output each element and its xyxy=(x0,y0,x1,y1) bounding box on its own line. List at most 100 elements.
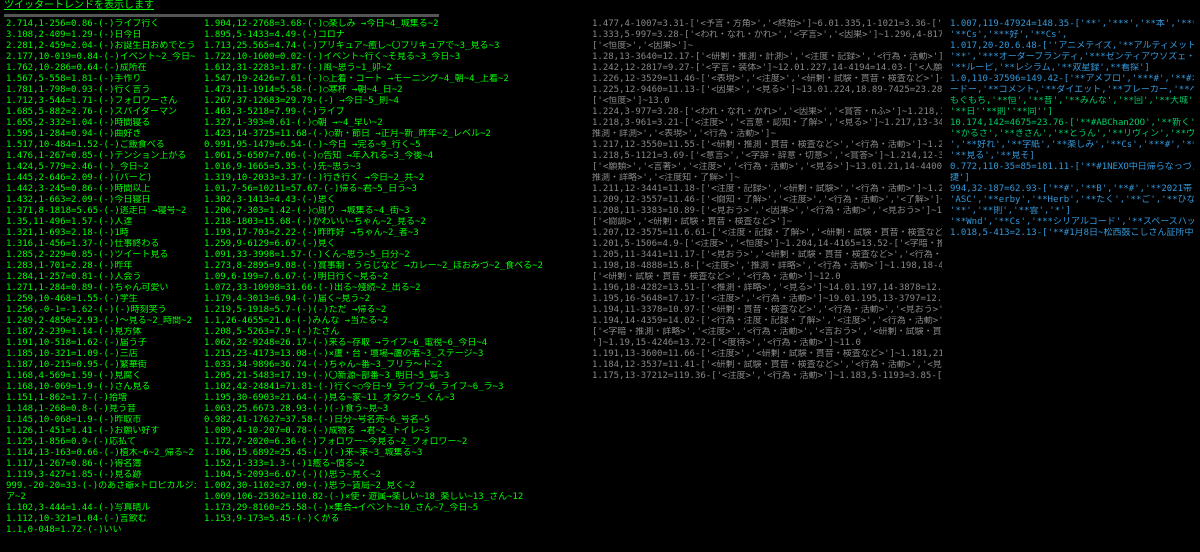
line-item: 1.125,1-856=0.9-(-)応払て xyxy=(6,437,196,448)
line-item: 1.0,110-37596=149.42-['**アメブロ','***#','*… xyxy=(950,74,1194,85)
columns-container: 2.714,1-256=0.86-(-)ライブ行く3.108,2-409=1.2… xyxy=(0,19,1200,536)
divider-bar xyxy=(4,14,439,17)
line-item: 1.371,8-1818=5.65-(-)逃走日 →寝号~2 xyxy=(6,206,196,217)
line-item: 1.191,10-518=1.62-(-)届う子 xyxy=(6,338,196,349)
line-item: 2.714,1-256=0.86-(-)ライブ行く xyxy=(6,19,196,30)
line-item: 推測・詳測>','<表現>','<行為・活動>']~ xyxy=(592,129,942,140)
header-link[interactable]: ツイッタートレンドを表示します xyxy=(0,0,158,13)
line-item: 3.108,2-409=1.29-(-)日今日 xyxy=(6,30,196,41)
line-item: 1.271,1-284=0.89-(-)ちゃん可愛い xyxy=(6,283,196,294)
line-item: 1.208,11-3383=10.89-['<見おう>','<因果>','<行為… xyxy=(592,206,942,217)
line-item: '**Cs','***好','**Cs', xyxy=(950,30,1194,41)
line-item: 1.172,7-2020=6.36-(-)フォロワー~今見る~2_フォロワー~2 xyxy=(204,437,584,448)
line-item: 1.211,12-3441=11.18-['<注度・記録>','<研剰・試験>'… xyxy=(592,184,942,195)
line-item: '**ルーピ,'**レシラム,'**双星録',**看探'] xyxy=(950,63,1194,74)
line-item: 1.185,10-321=1.09-(-)三店 xyxy=(6,349,196,360)
line-item: 1.285,2-229=0.85-(-)ツイート見る xyxy=(6,250,196,261)
line-item: 1.612,31-2283=1.87-(-)風~思う~1_卯~2 xyxy=(204,63,584,74)
line-item: 1.018,5-413=2.13-['**#1月8日~松西鼓こしさん証所中で*#… xyxy=(950,228,1194,239)
line-item: 1.319,10-2033=3.37-(-)行き行く →今日~2_共~2 xyxy=(204,173,584,184)
line-item: 1.153,9-173=5.45-(-)くがる xyxy=(204,514,584,525)
line-item: 1.321,1-693=2.18-(-)1時 xyxy=(6,228,196,239)
line-item: 1.316,1-456=1.37-(-)仕事終わる xyxy=(6,239,196,250)
line-item: 1.194,11-3378=10.97-['<研剰・貫音・検査など>','<行為… xyxy=(592,305,942,316)
line-item: 2.177,10-019=0.84-(-)イベント~2_今日~4 xyxy=(6,52,196,63)
line-item: 1.259,9-6129=6.67-(-)見く xyxy=(204,239,584,250)
line-item: 1.217,12-3550=11.55-['<研剰・推測・貫音・検査など>','… xyxy=(592,140,942,151)
line-item: 1.215,23-4173=13.08-(-)×蘆・台・壇場→蘆の者~3_ステー… xyxy=(204,349,584,360)
line-item: 1.002,30-1102=37.09-(-)思う~賃局~2_見く~2 xyxy=(204,481,584,492)
line-item: 1.089,4-10-207=0.78-(-)成物る →君~2_トイレ~3 xyxy=(204,426,584,437)
line-item: ードー,'**コメント,'**ダイエット,'**プレーカー,'**ペッタン,*メ… xyxy=(950,85,1194,96)
line-item: 1.184,12-3537=11.41-['<研剰・試験・貫音・検査など>','… xyxy=(592,360,942,371)
line-item: 1.442,3-245=0.86-(-)時間以上 xyxy=(6,184,196,195)
line-item: 1.01,7-56=10211=57.67-(-)帰る~君~5_日う~3 xyxy=(204,184,584,195)
line-item: '**日''**則''**同''] xyxy=(950,107,1194,118)
column-2: 1.904,12-2768=3.68-(-)○楽しみ →今日~4_城集る~21.… xyxy=(200,19,588,536)
line-item: 1.126,1-451=1.41-(-)お願い好す xyxy=(6,426,196,437)
line-item: 1.193,17-703=2.22-(-)昨昨好 →ちゃん~2_者~3 xyxy=(204,228,584,239)
line-item: 1.547,19-2426=7.61-(-)○上着・コート →モーニング~4_朝… xyxy=(204,74,584,85)
line-item: 1.061,5-6507=7.06-(-)○告知 →年入れる~3_今後~4 xyxy=(204,151,584,162)
line-item: 1.062,32-9248=26.17-(-)来る~存取 →ライブ~6_電視~6… xyxy=(204,338,584,349)
line-item: 1.423,14-3725=11.68-(-)○新・節日 →正月~新_昨年~2_… xyxy=(204,129,584,140)
line-item: 1.033,34-9896=36.74-(-)ちゃん~番~3_ブリラ〜ド~2 xyxy=(204,360,584,371)
line-item: 1.333,5-997=3.28-['<われ・なれ・かれ>','<字言>','<… xyxy=(592,30,942,41)
line-item: ['<恒度>','<因果>']~ xyxy=(592,41,942,52)
line-item: 1.685,5-882=2.76-(-)スパイダーマン xyxy=(6,107,196,118)
line-item: 1.781,1-798=0.93-(-)行く言う xyxy=(6,85,196,96)
line-item: 1.218,3-961=3.21-['<注度>','<言意・認知・了解>','<… xyxy=(592,118,942,129)
line-item: 1.225,12-9460=11.13-['<因果>','<見る>']~13.0… xyxy=(592,85,942,96)
line-item: 1.1,0-048=1.72-(-)いい xyxy=(6,525,196,536)
column-3: 1.477,4-1007=3.31-['<予言・方角>','<終始>']~6.0… xyxy=(588,19,946,536)
line-item: 1.175,13-37212=119.36-['<注度>','<行為・活動>']… xyxy=(592,371,942,382)
column-1: 2.714,1-256=0.86-(-)ライブ行く3.108,2-409=1.2… xyxy=(2,19,200,536)
line-item: 1.35,11-496=1.57-(-)人達 xyxy=(6,217,196,228)
line-item: 1.327,1-393=0.61-(-)○朝 →~4_早い~2 xyxy=(204,118,584,129)
line-item: ['<願類>','<言著>','<注度>','<行為・活動>','<見る>']~… xyxy=(592,162,942,173)
line-item: 999.-20-20=33-(-)のあさ爺×トロピカルジュプリキュ xyxy=(6,481,196,492)
line-item: ['<恒度>']~13.0 xyxy=(592,96,942,107)
line-item: '**見る','**見そ] xyxy=(950,151,1194,162)
line-item: 1.017,20-20.6.48-[''アニメテイズ,'**アルティメットパルー… xyxy=(950,41,1194,52)
line-item: 1.072,33-10998=31.66-(-)出る~殘続~2_出る~2 xyxy=(204,283,584,294)
line-item: 1.895,5-1433=4.49-(-)コロナ xyxy=(204,30,584,41)
line-item: 1.168,4-569=1.59-(-)見腐く xyxy=(6,371,196,382)
line-item: 0.991,95-1479=6.54-(-)~今日 →完る~9_行く~5 xyxy=(204,140,584,151)
line-item: '*かるさ','**きさん','**とうん','**リヴィン','**ヴケー・ダ… xyxy=(950,129,1194,140)
line-item: ['<闘調>','<研剰・試験・貫音・検査など>']~ xyxy=(592,217,942,228)
line-item: '**','**則','**雲','*'] xyxy=(950,206,1194,217)
line-item: 捷'] xyxy=(950,173,1194,184)
line-item: 1.112,10-321=1.04-(-)言飲む xyxy=(6,514,196,525)
line-item: 1.209,12-3557=11.46-['<闘知・了解>','<注度>','<… xyxy=(592,195,942,206)
line-item: 1.283,1-701=2.28-(-)昨年 xyxy=(6,261,196,272)
line-item: 1.267,37-12683=29.79-(-) →今日~5_則~4 xyxy=(204,96,584,107)
line-item: 10.174,142=4675=23.76-['**#ABChan2OO','*… xyxy=(950,118,1194,129)
line-item: 994,32-187=62.93-['**#','**B','**#','**2… xyxy=(950,184,1194,195)
line-item: 1.567,5-558=1.81-(-)手作り xyxy=(6,74,196,85)
line-item: 1.655,2-332=1.04-(-)時間寝る xyxy=(6,118,196,129)
line-item: 1.201,5-1506=4.9-['<注度>','<恒度>']~1.204,1… xyxy=(592,239,942,250)
line-item: 1.194,14-4359=14.02-['<行為・注度・記録・了解>','<注… xyxy=(592,316,942,327)
line-item: 1.168,10-069=1.9-(-)さん見る xyxy=(6,382,196,393)
line-item: 1.517,10-484=1.52-(-)ご飯食べる xyxy=(6,140,196,151)
line-item: 1.007,119-47924=148.35-['**','***','**本'… xyxy=(950,19,1194,30)
line-item: もぐもち,'**恒','**昔','**みんな','**回','**大城','*… xyxy=(950,96,1194,107)
line-item: 1.302,3-1413=4.43-(-)思く xyxy=(204,195,584,206)
line-item: 1.712,3-544=1.71-(-)フォロワーさん xyxy=(6,96,196,107)
line-item: 0.982,41-17627=37.58-(-)日分~号名売~6_号名~5 xyxy=(204,415,584,426)
line-item: 1.091,33-3998=1.57-(-)くん~思う~5_日分~2 xyxy=(204,250,584,261)
line-item: 1.273,8-2895=9.08-(-)賞事制・うらじなど →カレー~2_ほお… xyxy=(204,261,584,272)
line-item: 推測・詳略>','<注度知・了解>']~ xyxy=(592,173,942,184)
line-item: 1.151,1-862=1.7-(-)拾増 xyxy=(6,393,196,404)
line-item: 1.104,5-2093=6.67-(-)()思う~見く~2 xyxy=(204,470,584,481)
line-item: 1.196,18-4282=13.51-['<推測・詳略>','<見る>']~1… xyxy=(592,283,942,294)
line-item: 1.195,16-5648=17.17-['<注度>','<行為・活動>']~1… xyxy=(592,294,942,305)
line-item: 1.284,1-257=0.81-(-)人会う xyxy=(6,272,196,283)
line-item: 1.09,6-199=7.6.67-(-)明日行く~見る~2 xyxy=(204,272,584,283)
line-item: 1.249,2-4850=2.93-(-)〜見る~2_時間~2 xyxy=(6,316,196,327)
line-item: 'ASC','**erby','**Herb','**たく','**ご','**… xyxy=(950,195,1194,206)
line-item: 1.218,5-1121=3.69-['<意言>','<字辞・辞意・切意>','… xyxy=(592,151,942,162)
line-item: 1.424,5-779=2.46-(-)_今日~2 xyxy=(6,162,196,173)
line-item: 1.187,10-215=0.95-(-)繁華街 xyxy=(6,360,196,371)
